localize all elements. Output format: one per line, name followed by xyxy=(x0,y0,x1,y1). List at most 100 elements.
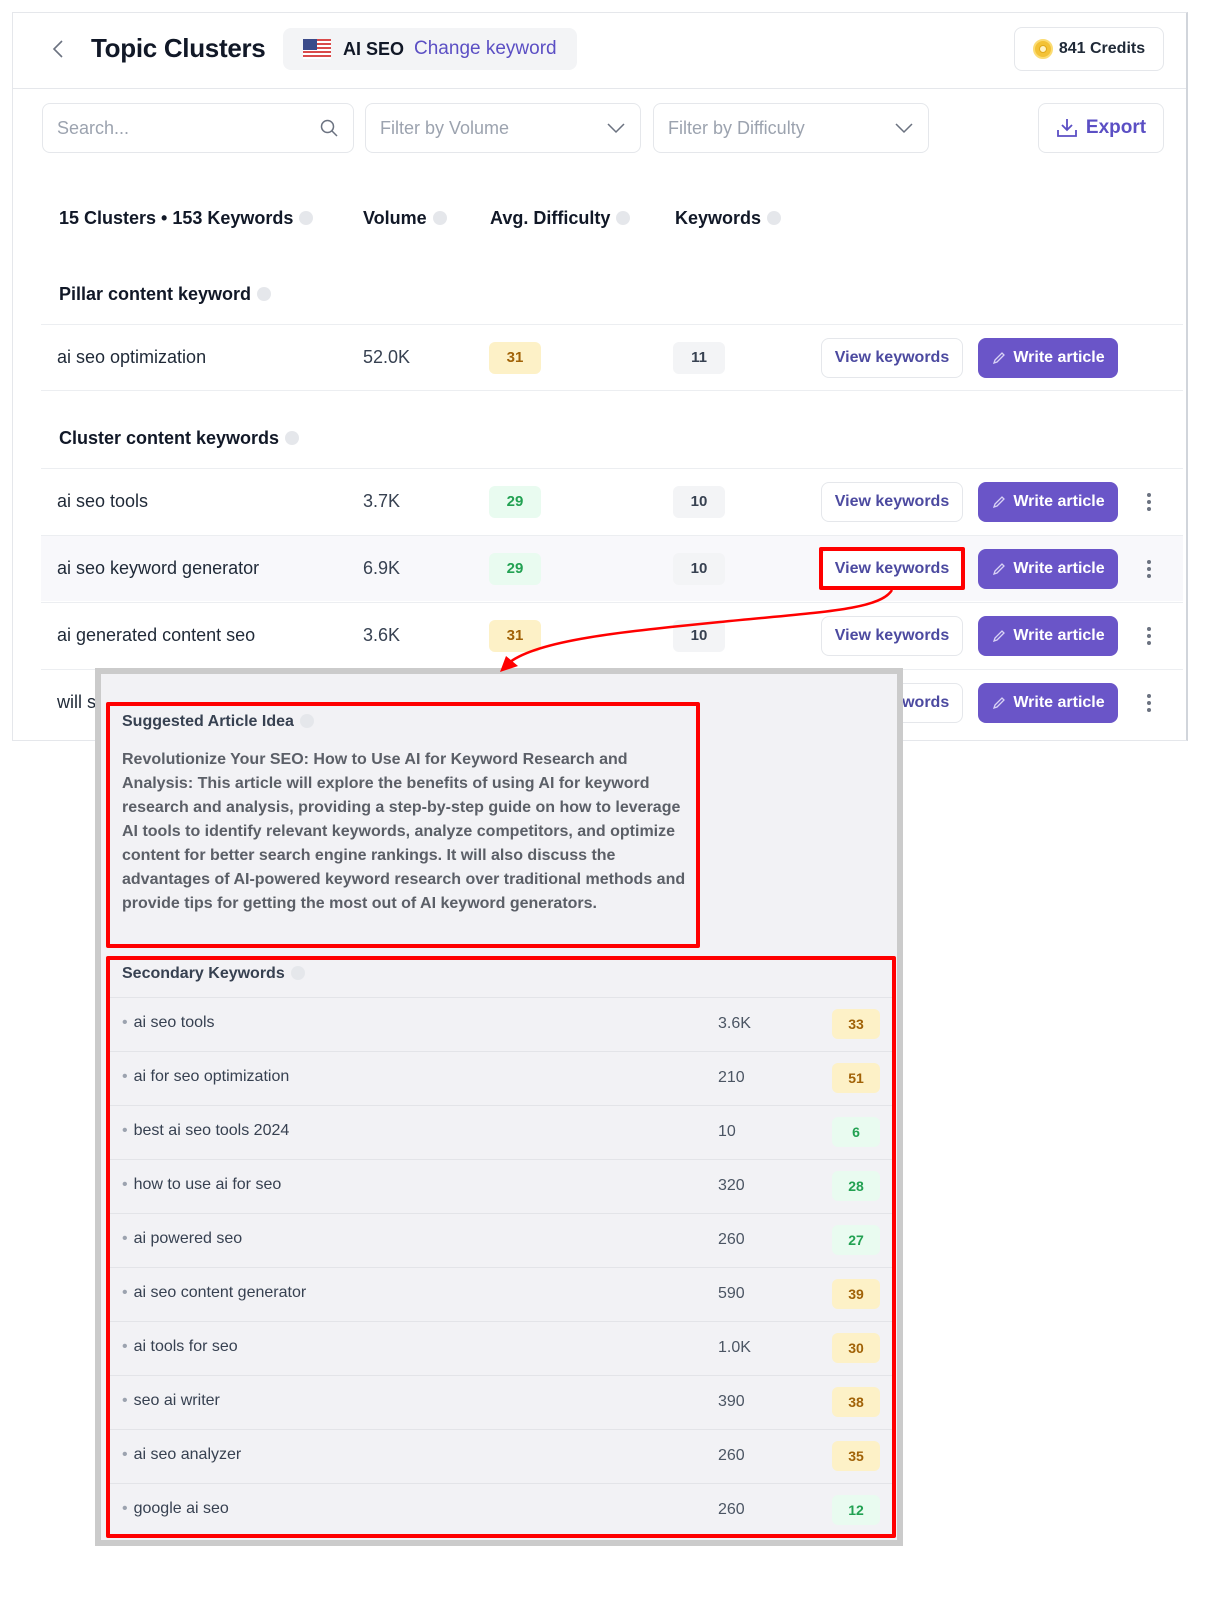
secondary-title-text: Secondary Keywords xyxy=(122,965,285,982)
keyword-count-badge: 10 xyxy=(673,485,725,518)
column-keywords: Keywords xyxy=(675,208,782,229)
view-keywords-button[interactable]: View keywords xyxy=(821,615,963,656)
change-keyword-link[interactable]: Change keyword xyxy=(414,38,557,60)
top-bar: Topic Clusters AI SEO Change keyword 841… xyxy=(13,13,1186,89)
write-article-button[interactable]: Write article xyxy=(978,481,1118,522)
filter-difficulty-select[interactable]: Filter by Difficulty xyxy=(653,103,929,153)
view-keywords-button[interactable]: View keywords xyxy=(821,548,963,589)
info-icon[interactable] xyxy=(299,713,314,728)
secondary-keyword-row: ai tools for seo 1.0K 30 xyxy=(110,1321,892,1375)
column-difficulty-label: Avg. Difficulty xyxy=(490,208,611,228)
secondary-keyword-row: how to use ai for seo 320 28 xyxy=(110,1159,892,1213)
cluster-volume: 3.7K xyxy=(363,491,401,511)
pencil-icon xyxy=(993,351,1006,364)
secondary-keyword: ai seo analyzer xyxy=(122,1446,242,1464)
secondary-keyword-row: ai seo tools 3.6K 33 xyxy=(110,997,892,1051)
secondary-keyword-row: google ai seo 260 12 xyxy=(110,1483,892,1537)
difficulty-badge: 38 xyxy=(832,1387,880,1417)
keyword-chip: AI SEO Change keyword xyxy=(283,28,577,70)
difficulty-badge: 28 xyxy=(832,1171,880,1201)
cluster-volume: 6.9K xyxy=(363,558,401,578)
search-icon xyxy=(320,119,338,137)
view-keywords-button[interactable]: View keywords xyxy=(821,337,963,378)
suggested-article-text: Revolutionize Your SEO: How to Use AI fo… xyxy=(122,751,686,912)
info-icon[interactable] xyxy=(767,211,782,226)
write-article-label: Write article xyxy=(1013,559,1105,577)
column-volume-label: Volume xyxy=(363,208,427,228)
more-options-icon[interactable] xyxy=(1141,691,1157,715)
write-article-button[interactable]: Write article xyxy=(978,615,1118,656)
info-icon[interactable] xyxy=(432,211,447,226)
topic-clusters-app: Topic Clusters AI SEO Change keyword 841… xyxy=(12,12,1188,741)
difficulty-badge: 51 xyxy=(832,1063,880,1093)
secondary-keyword-row: ai seo content generator 590 39 xyxy=(110,1267,892,1321)
current-keyword: AI SEO xyxy=(343,38,405,59)
cluster-volume: 52.0K xyxy=(363,347,411,367)
secondary-keyword-volume: 3.6K xyxy=(718,1015,751,1032)
difficulty-badge: 35 xyxy=(832,1441,880,1471)
table-row: ai seo tools 3.7K 29 10 View keywords Wr… xyxy=(41,468,1183,534)
column-volume: Volume xyxy=(363,208,447,229)
difficulty-badge: 30 xyxy=(832,1333,880,1363)
secondary-keyword: ai tools for seo xyxy=(122,1338,238,1356)
keyword-count-badge: 10 xyxy=(673,619,725,652)
chevron-down-icon xyxy=(607,123,625,134)
suggested-article-title: Suggested Article Idea xyxy=(122,713,314,731)
clusters-summary: 15 Clusters • 153 Keywords xyxy=(59,208,294,228)
chevron-left-icon[interactable] xyxy=(51,37,65,61)
secondary-keyword-volume: 590 xyxy=(718,1285,745,1302)
search-input[interactable] xyxy=(57,117,319,139)
difficulty-badge: 27 xyxy=(832,1225,880,1255)
cluster-keyword: ai seo tools xyxy=(57,491,149,511)
column-summary: 15 Clusters • 153 Keywords xyxy=(59,208,314,229)
pillar-section-label: Pillar content keyword xyxy=(59,284,272,305)
secondary-keyword: seo ai writer xyxy=(122,1392,220,1410)
write-article-label: Write article xyxy=(1013,492,1105,510)
download-icon xyxy=(1057,119,1077,137)
secondary-keyword: ai for seo optimization xyxy=(122,1068,290,1086)
divider xyxy=(41,390,1183,391)
secondary-keyword: google ai seo xyxy=(122,1500,229,1518)
secondary-keyword-row: seo ai writer 390 38 xyxy=(110,1375,892,1429)
info-icon[interactable] xyxy=(290,965,305,980)
cluster-keyword: will s xyxy=(57,692,96,712)
secondary-keyword: ai powered seo xyxy=(122,1230,243,1248)
secondary-keyword-volume: 390 xyxy=(718,1393,745,1410)
credits-count: 841 Credits xyxy=(1058,40,1146,57)
secondary-keyword-row: ai seo analyzer 260 35 xyxy=(110,1429,892,1483)
coin-icon xyxy=(1032,39,1053,59)
cluster-section-label: Cluster content keywords xyxy=(59,428,300,449)
view-keywords-button[interactable]: View keywords xyxy=(821,481,963,522)
suggested-title-text: Suggested Article Idea xyxy=(122,713,294,730)
cluster-label-text: Cluster content keywords xyxy=(59,428,280,448)
difficulty-badge: 31 xyxy=(489,341,541,374)
secondary-keyword-row: ai for seo optimization 210 51 xyxy=(110,1051,892,1105)
table-row: ai seo optimization 52.0K 31 11 View key… xyxy=(41,324,1183,390)
write-article-button[interactable]: Write article xyxy=(978,337,1118,378)
export-button[interactable]: Export xyxy=(1038,103,1164,153)
difficulty-badge: 6 xyxy=(832,1117,880,1147)
filter-volume-select[interactable]: Filter by Volume xyxy=(365,103,641,153)
more-options-icon[interactable] xyxy=(1141,624,1157,648)
info-icon[interactable] xyxy=(257,287,272,302)
write-article-button[interactable]: Write article xyxy=(978,682,1118,723)
filter-toolbar: Filter by Volume Filter by Difficulty Ex… xyxy=(13,103,1186,155)
more-options-icon[interactable] xyxy=(1141,490,1157,514)
info-icon[interactable] xyxy=(299,211,314,226)
credits-badge[interactable]: 841 Credits xyxy=(1014,27,1164,71)
pencil-icon xyxy=(993,562,1006,575)
secondary-keyword: ai seo tools xyxy=(122,1014,215,1032)
keyword-count-badge: 11 xyxy=(673,341,725,374)
more-options-icon[interactable] xyxy=(1141,557,1157,581)
pencil-icon xyxy=(993,629,1006,642)
secondary-keyword-volume: 320 xyxy=(718,1177,745,1194)
search-field[interactable] xyxy=(42,103,354,153)
keyword-count-badge: 10 xyxy=(673,552,725,585)
info-icon[interactable] xyxy=(285,431,300,446)
info-icon[interactable] xyxy=(616,211,631,226)
secondary-keyword: how to use ai for seo xyxy=(122,1176,282,1194)
difficulty-badge: 31 xyxy=(489,619,541,652)
pillar-label-text: Pillar content keyword xyxy=(59,284,252,304)
write-article-button[interactable]: Write article xyxy=(978,548,1118,589)
difficulty-badge: 33 xyxy=(832,1009,880,1039)
